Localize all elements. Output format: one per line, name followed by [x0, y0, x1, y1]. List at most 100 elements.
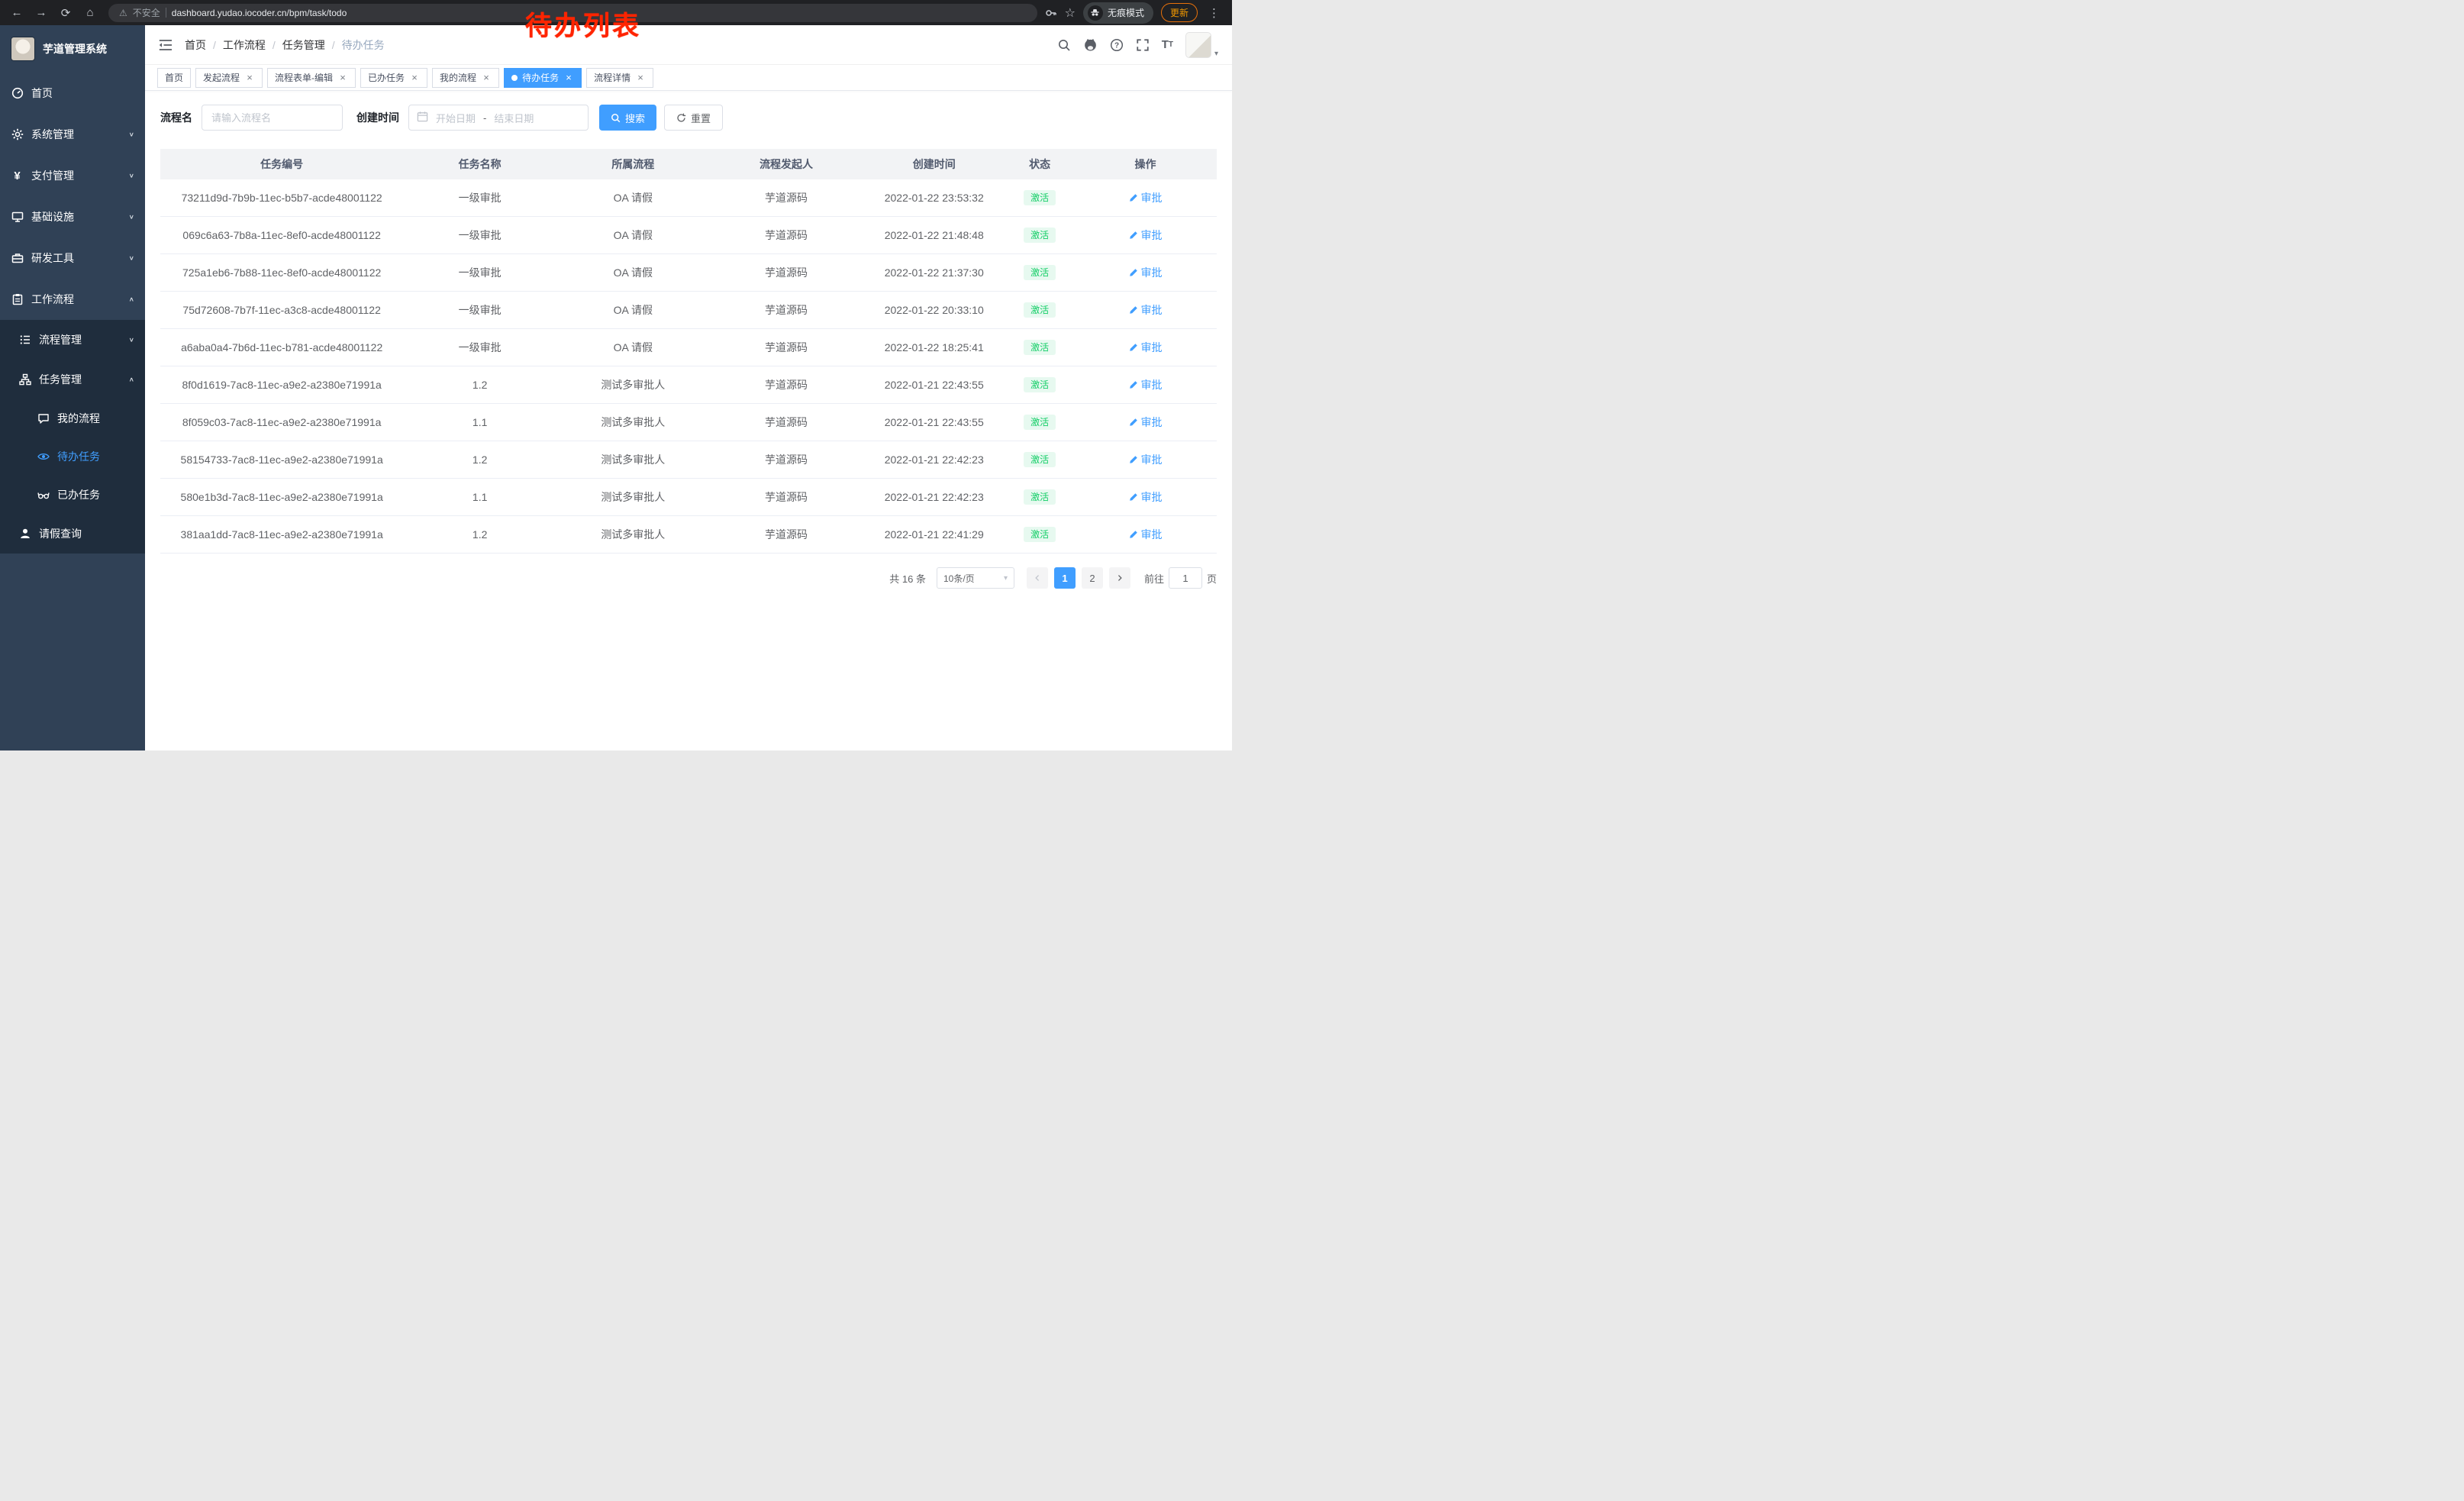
github-icon[interactable] [1083, 37, 1098, 52]
search-button[interactable]: 搜索 [599, 105, 656, 131]
close-icon[interactable]: × [337, 73, 348, 83]
status-badge: 激活 [1024, 228, 1056, 243]
approve-link[interactable]: 审批 [1129, 415, 1163, 430]
update-button[interactable]: 更新 [1161, 3, 1198, 22]
chat-bubble-icon [37, 412, 50, 425]
sidebar-item-my-process[interactable]: 我的流程 [0, 399, 145, 437]
cell-status: 激活 [1005, 217, 1074, 253]
tab-start-process[interactable]: 发起流程 × [195, 68, 263, 88]
key-icon[interactable] [1045, 7, 1057, 19]
cell-task-id: 8f0d1619-7ac8-11ec-a9e2-a2380e71991a [160, 366, 403, 403]
col-created: 创建时间 [863, 149, 1005, 179]
status-badge: 激活 [1024, 527, 1056, 542]
cell-process: OA 请假 [556, 254, 710, 291]
approve-link[interactable]: 审批 [1129, 340, 1163, 355]
sidebar-item-done-tasks[interactable]: 已办任务 [0, 476, 145, 514]
monitor-icon [11, 211, 24, 224]
sidebar-item-leave-query[interactable]: 请假查询 [0, 514, 145, 554]
tab-todo-tasks[interactable]: 待办任务 × [504, 68, 582, 88]
breadcrumb-workflow[interactable]: 工作流程 [223, 37, 276, 53]
cell-process: OA 请假 [556, 179, 710, 216]
sidebar-collapse-icon[interactable] [159, 39, 173, 51]
fullscreen-icon[interactable] [1136, 38, 1150, 52]
sidebar-item-process-management[interactable]: 流程管理 ∨ [0, 320, 145, 360]
tab-my-process[interactable]: 我的流程 × [432, 68, 499, 88]
breadcrumb-home[interactable]: 首页 [185, 37, 216, 53]
list-icon [18, 334, 31, 347]
breadcrumb-task-management[interactable]: 任务管理 [282, 37, 335, 53]
date-range-picker[interactable]: 开始日期 - 结束日期 [408, 105, 589, 131]
sidebar-item-workflow[interactable]: 工作流程 ∧ [0, 279, 145, 320]
sidebar-item-system[interactable]: 系统管理 ∨ [0, 114, 145, 155]
tab-home[interactable]: 首页 [157, 68, 191, 88]
tab-process-detail[interactable]: 流程详情 × [586, 68, 653, 88]
cell-created: 2022-01-22 23:53:32 [863, 179, 1005, 216]
close-icon[interactable]: × [481, 73, 492, 83]
page-size-select[interactable]: 10条/页 ▾ [937, 567, 1014, 589]
approve-link[interactable]: 审批 [1129, 452, 1163, 467]
address-bar[interactable]: ⚠ 不安全 dashboard.yudao.iocoder.cn/bpm/tas… [108, 4, 1037, 22]
sidebar-item-label: 任务管理 [39, 372, 82, 387]
sidebar-item-home[interactable]: 首页 [0, 73, 145, 114]
close-icon[interactable]: × [563, 73, 574, 83]
font-size-icon[interactable]: TT [1162, 39, 1173, 50]
approve-link[interactable]: 审批 [1129, 527, 1163, 542]
help-icon[interactable]: ? [1110, 38, 1124, 52]
table-row: 8f059c03-7ac8-11ec-a9e2-a2380e71991a 1.1… [160, 404, 1217, 441]
sidebar-item-todo-tasks[interactable]: 待办任务 [0, 437, 145, 476]
cell-task-name: 一级审批 [403, 292, 556, 328]
sidebar-item-payment[interactable]: ¥ 支付管理 ∨ [0, 155, 145, 196]
close-icon[interactable]: × [244, 73, 255, 83]
sidebar-item-infrastructure[interactable]: 基础设施 ∨ [0, 196, 145, 237]
tags-view-bar: 首页 发起流程 × 流程表单-编辑 × 已办任务 × 我的流程 × [145, 65, 1232, 91]
next-page-button[interactable] [1109, 567, 1130, 589]
page-button-2[interactable]: 2 [1082, 567, 1103, 589]
cell-actions: 审批 [1074, 292, 1217, 328]
prev-page-button[interactable] [1027, 567, 1048, 589]
browser-menu-icon[interactable]: ⋮ [1205, 6, 1223, 20]
page-button-1[interactable]: 1 [1054, 567, 1076, 589]
back-icon[interactable]: ← [6, 2, 27, 24]
sitemap-icon [18, 373, 31, 386]
approve-link[interactable]: 审批 [1129, 377, 1163, 392]
user-icon [18, 528, 31, 541]
reset-button[interactable]: 重置 [664, 105, 723, 131]
cell-status: 激活 [1005, 479, 1074, 515]
cell-status: 激活 [1005, 366, 1074, 403]
goto-page-input[interactable] [1169, 567, 1202, 589]
approve-link[interactable]: 审批 [1129, 190, 1163, 205]
sidebar-item-devtools[interactable]: 研发工具 ∨ [0, 237, 145, 279]
col-actions: 操作 [1074, 149, 1217, 179]
close-icon[interactable]: × [409, 73, 420, 83]
approve-link[interactable]: 审批 [1129, 489, 1163, 505]
sidebar-item-task-management[interactable]: 任务管理 ∧ [0, 360, 145, 399]
search-icon[interactable] [1057, 38, 1071, 52]
reload-icon[interactable]: ⟳ [55, 2, 76, 24]
cell-created: 2022-01-22 21:48:48 [863, 217, 1005, 253]
cell-task-id: 8f059c03-7ac8-11ec-a9e2-a2380e71991a [160, 404, 403, 441]
tab-form-edit[interactable]: 流程表单-编辑 × [267, 68, 356, 88]
table-row: 73211d9d-7b9b-11ec-b5b7-acde48001122 一级审… [160, 179, 1217, 217]
status-badge: 激活 [1024, 489, 1056, 505]
active-tab-dot [511, 75, 518, 81]
status-badge: 激活 [1024, 377, 1056, 392]
sidebar-item-label: 基础设施 [31, 209, 74, 224]
app-logo-row[interactable]: 芋道管理系统 [0, 25, 145, 73]
bookmark-star-icon[interactable]: ☆ [1065, 5, 1076, 21]
sidebar-item-label: 支付管理 [31, 168, 74, 183]
table-row: 725a1eb6-7b88-11ec-8ef0-acde48001122 一级审… [160, 254, 1217, 292]
approve-link[interactable]: 审批 [1129, 228, 1163, 243]
home-icon[interactable]: ⌂ [79, 2, 101, 24]
cell-task-name: 1.1 [403, 479, 556, 515]
cell-task-id: 069c6a63-7b8a-11ec-8ef0-acde48001122 [160, 217, 403, 253]
cell-process: OA 请假 [556, 217, 710, 253]
tab-done-tasks[interactable]: 已办任务 × [360, 68, 427, 88]
col-status: 状态 [1005, 149, 1074, 179]
forward-icon[interactable]: → [31, 2, 52, 24]
user-menu[interactable]: ▾ [1185, 32, 1218, 58]
clipboard-icon [11, 293, 24, 306]
approve-link[interactable]: 审批 [1129, 265, 1163, 280]
process-name-input[interactable] [202, 105, 343, 131]
approve-link[interactable]: 审批 [1129, 302, 1163, 318]
close-icon[interactable]: × [635, 73, 646, 83]
